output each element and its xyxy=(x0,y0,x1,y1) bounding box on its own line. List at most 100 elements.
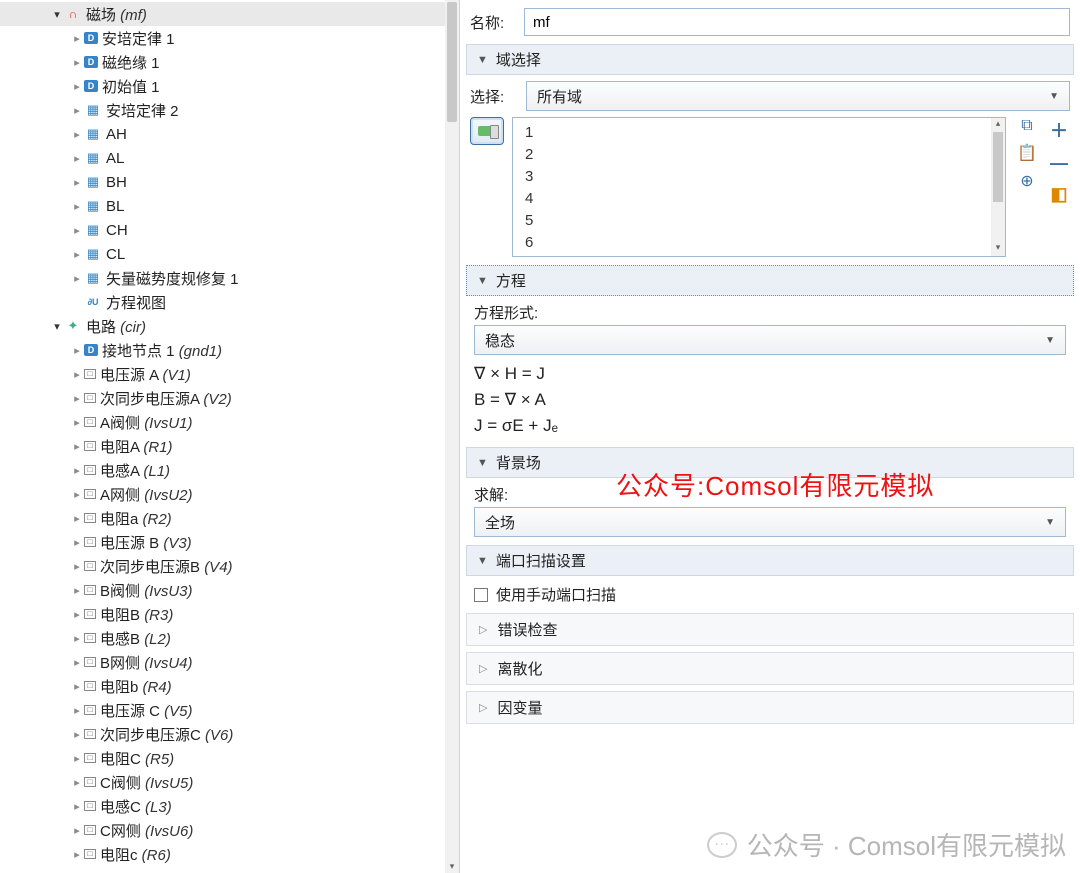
scroll-thumb[interactable] xyxy=(993,132,1003,202)
tree-item[interactable]: □电压源 A (V1) xyxy=(0,362,459,386)
expand-arrow-icon[interactable] xyxy=(70,392,84,405)
expand-arrow-icon[interactable] xyxy=(70,464,84,477)
scroll-up-icon[interactable]: ▴ xyxy=(991,118,1005,132)
scroll-thumb[interactable] xyxy=(447,2,457,122)
expand-arrow-icon[interactable] xyxy=(70,824,84,837)
name-input[interactable] xyxy=(524,8,1070,36)
section-equation[interactable]: ▼ 方程 xyxy=(466,265,1074,296)
expand-arrow-icon[interactable] xyxy=(70,680,84,693)
tree-item[interactable]: □电阻b (R4) xyxy=(0,674,459,698)
tree-item[interactable]: □电感B (L2) xyxy=(0,626,459,650)
tree-item[interactable]: □B阀侧 (IvsU3) xyxy=(0,578,459,602)
domain-list[interactable]: 123456 ▴ ▾ xyxy=(512,117,1006,257)
selection-toggle-button[interactable] xyxy=(470,117,504,145)
expand-arrow-icon[interactable] xyxy=(70,344,84,357)
expand-arrow-icon[interactable] xyxy=(70,704,84,717)
section-dependent-vars[interactable]: ▷ 因变量 xyxy=(466,691,1074,724)
expand-arrow-icon[interactable] xyxy=(70,56,84,69)
expand-arrow-icon[interactable] xyxy=(70,368,84,381)
expand-arrow-icon[interactable] xyxy=(70,224,84,237)
tree-item[interactable]: □电阻a (R2) xyxy=(0,506,459,530)
section-error-check[interactable]: ▷ 错误检查 xyxy=(466,613,1074,646)
tree-item[interactable]: □B网侧 (IvsU4) xyxy=(0,650,459,674)
tree-item[interactable]: D磁绝缘 1 xyxy=(0,50,459,74)
tree-item[interactable]: □电阻c (R6) xyxy=(0,842,459,866)
paste-icon[interactable]: 📋 xyxy=(1017,143,1037,163)
expand-arrow-icon[interactable] xyxy=(70,176,84,189)
expand-arrow-icon[interactable] xyxy=(50,8,64,21)
expand-arrow-icon[interactable] xyxy=(70,440,84,453)
expand-arrow-icon[interactable] xyxy=(70,32,84,45)
manual-port-scan-checkbox[interactable] xyxy=(474,588,488,602)
copy-icon[interactable]: ⧉ xyxy=(1021,117,1032,135)
list-item[interactable]: 5 xyxy=(525,210,993,232)
expand-arrow-icon[interactable] xyxy=(70,752,84,765)
expand-arrow-icon[interactable] xyxy=(70,200,84,213)
expand-arrow-icon[interactable] xyxy=(70,152,84,165)
tree-item[interactable]: □电感A (L1) xyxy=(0,458,459,482)
list-item[interactable]: 2 xyxy=(525,144,993,166)
expand-arrow-icon[interactable] xyxy=(70,632,84,645)
section-discretization[interactable]: ▷ 离散化 xyxy=(466,652,1074,685)
tree-item[interactable]: □A网侧 (IvsU2) xyxy=(0,482,459,506)
expand-arrow-icon[interactable] xyxy=(70,104,84,117)
section-domain-selection[interactable]: ▼ 域选择 xyxy=(466,44,1074,75)
section-background-field[interactable]: ▼ 背景场 xyxy=(466,447,1074,478)
tree-item[interactable]: D接地节点 1 (gnd1) xyxy=(0,338,459,362)
scroll-down-icon[interactable]: ▾ xyxy=(991,242,1005,256)
expand-arrow-icon[interactable] xyxy=(70,848,84,861)
remove-icon[interactable]: — xyxy=(1050,153,1068,174)
add-icon[interactable]: ＋ xyxy=(1050,117,1068,143)
tree-item[interactable]: ∂U方程视图 xyxy=(0,290,459,314)
expand-arrow-icon[interactable] xyxy=(70,800,84,813)
expand-arrow-icon[interactable] xyxy=(70,416,84,429)
tree-item[interactable]: □电阻C (R5) xyxy=(0,746,459,770)
tree-item[interactable]: □次同步电压源A (V2) xyxy=(0,386,459,410)
tree-item[interactable]: ▦安培定律 2 xyxy=(0,98,459,122)
expand-arrow-icon[interactable] xyxy=(70,656,84,669)
tree-item[interactable]: □电感C (L3) xyxy=(0,794,459,818)
tree-item[interactable]: ▦矢量磁势度规修复 1 xyxy=(0,266,459,290)
tree-item[interactable]: ▦CH xyxy=(0,218,459,242)
expand-arrow-icon[interactable] xyxy=(70,584,84,597)
tree-item[interactable]: ▦AH xyxy=(0,122,459,146)
expand-arrow-icon[interactable] xyxy=(70,728,84,741)
expand-arrow-icon[interactable] xyxy=(70,248,84,261)
tree-item[interactable]: □电压源 B (V3) xyxy=(0,530,459,554)
list-item[interactable]: 3 xyxy=(525,166,993,188)
tree-item[interactable]: ▦BH xyxy=(0,170,459,194)
expand-arrow-icon[interactable] xyxy=(50,320,64,333)
scroll-down-icon[interactable]: ▾ xyxy=(445,859,459,873)
expand-arrow-icon[interactable] xyxy=(70,488,84,501)
tree-item[interactable]: □电压源 C (V5) xyxy=(0,698,459,722)
solve-dropdown[interactable]: 全场 ▼ xyxy=(474,507,1066,537)
swap-icon[interactable]: ◧ xyxy=(1050,184,1067,205)
expand-arrow-icon[interactable] xyxy=(70,536,84,549)
tree-item[interactable]: □次同步电压源C (V6) xyxy=(0,722,459,746)
expand-arrow-icon[interactable] xyxy=(70,776,84,789)
tree-item[interactable]: ▦BL xyxy=(0,194,459,218)
list-item[interactable]: 4 xyxy=(525,188,993,210)
tree-item[interactable]: ✦电路 (cir) xyxy=(0,314,459,338)
expand-arrow-icon[interactable] xyxy=(70,512,84,525)
tree-item[interactable]: □C阀侧 (IvsU5) xyxy=(0,770,459,794)
tree-item[interactable]: □C网侧 (IvsU6) xyxy=(0,818,459,842)
tree-item[interactable]: ▦AL xyxy=(0,146,459,170)
domain-select-dropdown[interactable]: 所有域 ▼ xyxy=(526,81,1070,111)
tree-item[interactable]: □电阻B (R3) xyxy=(0,602,459,626)
expand-arrow-icon[interactable] xyxy=(70,272,84,285)
expand-arrow-icon[interactable] xyxy=(70,560,84,573)
expand-arrow-icon[interactable] xyxy=(70,608,84,621)
eq-form-dropdown[interactable]: 稳态 ▼ xyxy=(474,325,1066,355)
list-item[interactable]: 1 xyxy=(525,122,993,144)
tree-item[interactable]: D初始值 1 xyxy=(0,74,459,98)
list-item[interactable]: 6 xyxy=(525,232,993,254)
tree-scrollbar[interactable]: ▴ ▾ xyxy=(445,0,459,873)
tree-item[interactable]: □电阻A (R1) xyxy=(0,434,459,458)
tree-item[interactable]: ∩磁场 (mf) xyxy=(0,2,459,26)
tree-item[interactable]: D安培定律 1 xyxy=(0,26,459,50)
section-port-scan[interactable]: ▼ 端口扫描设置 xyxy=(466,545,1074,576)
target-icon[interactable]: ⊕ xyxy=(1020,171,1033,191)
tree-item[interactable]: ▦CL xyxy=(0,242,459,266)
model-tree-panel[interactable]: ∩磁场 (mf)D安培定律 1D磁绝缘 1D初始值 1▦安培定律 2▦AH▦AL… xyxy=(0,0,460,873)
